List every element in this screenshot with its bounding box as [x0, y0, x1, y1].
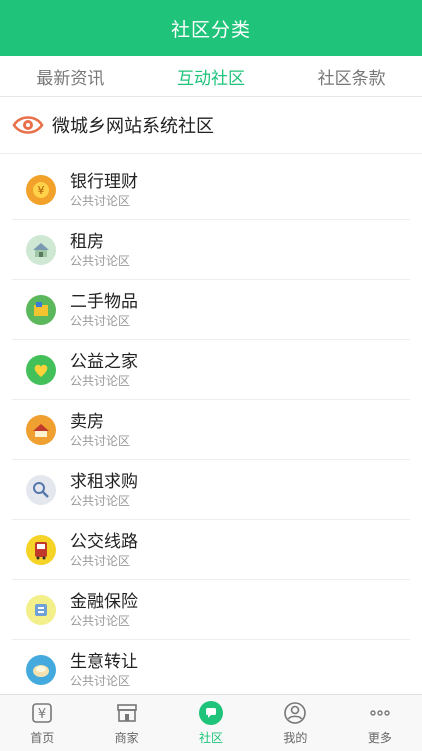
finance-icon: ¥	[26, 175, 56, 205]
bottom-nav: ¥ 首页 商家 社区 我的 更多	[0, 694, 422, 751]
nav-home[interactable]: ¥ 首页	[0, 695, 84, 751]
list-item-subtitle: 公共讨论区	[70, 194, 131, 208]
category-list: ¥ 银行理财 公共讨论区 租房 公共讨论区 二手物品 公共讨论区 公益之家 公共…	[0, 160, 422, 694]
list-item[interactable]: 二手物品 公共讨论区	[0, 280, 422, 340]
list-item-title: 公益之家	[70, 352, 138, 372]
list-item-title: 求租求购	[70, 472, 138, 492]
list-item-title: 金融保险	[70, 592, 138, 612]
list-item[interactable]: 生意转让 公共讨论区	[0, 640, 422, 694]
home-icon: ¥	[29, 700, 55, 726]
section-title: 微城乡网站系统社区	[52, 116, 214, 137]
nav-label: 更多	[367, 731, 392, 745]
list-item-title: 卖房	[70, 412, 104, 432]
svg-text:¥: ¥	[38, 184, 45, 197]
shop-icon	[114, 700, 140, 726]
sell-house-icon	[26, 415, 56, 445]
heart-icon	[26, 355, 56, 385]
list-item[interactable]: 公交线路 公共讨论区	[0, 520, 422, 580]
list-item-subtitle: 公共讨论区	[70, 374, 131, 388]
list-item-subtitle: 公共讨论区	[70, 254, 131, 268]
list-item-subtitle: 公共讨论区	[70, 674, 131, 688]
list-item[interactable]: ¥ 银行理财 公共讨论区	[0, 160, 422, 220]
list-item[interactable]: 求租求购 公共讨论区	[0, 460, 422, 520]
nav-shop[interactable]: 商家	[84, 695, 168, 751]
list-item-title: 租房	[70, 232, 104, 252]
list-item-subtitle: 公共讨论区	[70, 614, 131, 628]
app-header: 社区分类	[0, 0, 422, 56]
list-item-title: 银行理财	[70, 172, 138, 192]
nav-label: 社区	[199, 731, 224, 745]
tab-latest-news[interactable]: 最新资讯	[0, 56, 141, 96]
nav-label: 首页	[30, 731, 55, 745]
nav-community[interactable]: 社区	[169, 695, 253, 751]
nav-label: 商家	[114, 731, 139, 745]
nav-more[interactable]: 更多	[338, 695, 422, 751]
community-icon	[198, 700, 224, 726]
bus-icon	[26, 535, 56, 565]
nav-label: 我的	[283, 731, 308, 745]
section-header: 微城乡网站系统社区	[0, 97, 422, 154]
list-item[interactable]: 租房 公共讨论区	[0, 220, 422, 280]
list-item-title: 生意转让	[70, 652, 138, 672]
user-icon	[282, 700, 308, 726]
list-item[interactable]: 卖房 公共讨论区	[0, 400, 422, 460]
tab-bar: 最新资讯 互动社区 社区条款	[0, 56, 422, 97]
list-item[interactable]: 公益之家 公共讨论区	[0, 340, 422, 400]
list-item-subtitle: 公共讨论区	[70, 434, 131, 448]
list-item[interactable]: 金融保险 公共讨论区	[0, 580, 422, 640]
tab-interactive-community[interactable]: 互动社区	[141, 56, 282, 96]
list-item-subtitle: 公共讨论区	[70, 494, 131, 508]
list-item-subtitle: 公共讨论区	[70, 314, 131, 328]
more-icon	[367, 700, 393, 726]
nav-mine[interactable]: 我的	[253, 695, 337, 751]
secondhand-icon	[26, 295, 56, 325]
list-item-subtitle: 公共讨论区	[70, 554, 131, 568]
house-icon	[26, 235, 56, 265]
page-title: 社区分类	[170, 18, 251, 41]
svg-text:¥: ¥	[38, 707, 46, 722]
insurance-icon	[26, 595, 56, 625]
list-item-title: 公交线路	[70, 532, 138, 552]
business-icon	[26, 655, 56, 685]
eye-icon	[12, 116, 44, 134]
search-icon	[26, 475, 56, 505]
tab-community-terms[interactable]: 社区条款	[281, 56, 422, 96]
list-item-title: 二手物品	[70, 292, 138, 312]
